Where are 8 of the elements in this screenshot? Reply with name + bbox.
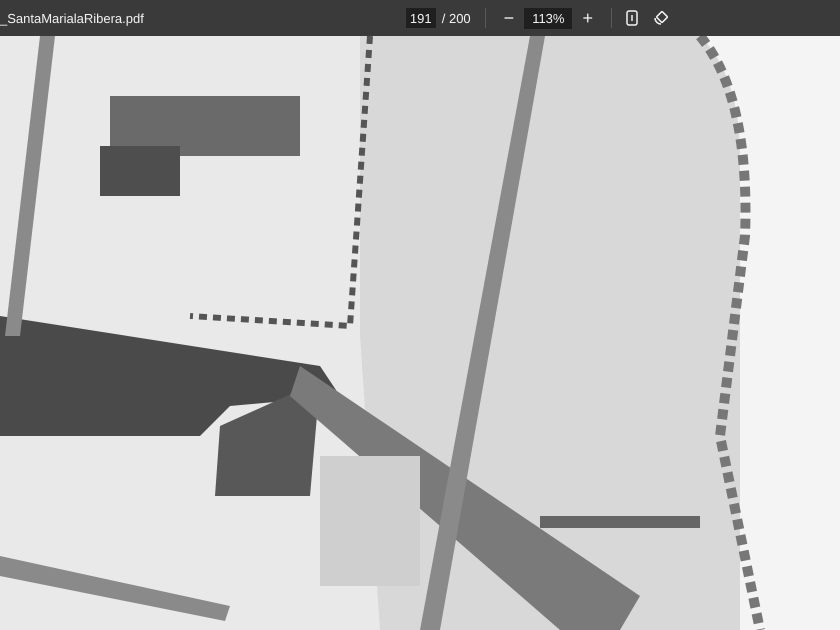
- zoom-level[interactable]: 113%: [524, 8, 572, 28]
- rotate-icon[interactable]: [652, 9, 670, 27]
- zoom-in-button[interactable]: +: [578, 8, 597, 28]
- page-total: / 200: [442, 10, 471, 26]
- page-number-field[interactable]: 191: [406, 8, 436, 28]
- zoom-out-button[interactable]: −: [500, 8, 518, 28]
- fit-page-icon[interactable]: [626, 10, 638, 26]
- document-title: _SantaMarialaRibera.pdf: [0, 10, 145, 26]
